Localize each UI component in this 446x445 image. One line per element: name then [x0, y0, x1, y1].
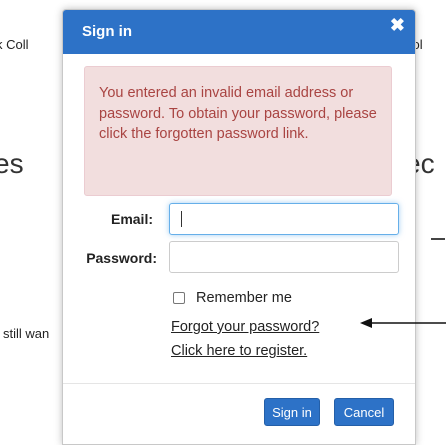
text-caret: [181, 211, 182, 227]
close-icon[interactable]: ✖: [390, 15, 405, 36]
error-alert-message: You entered an invalid email address or …: [99, 85, 377, 142]
cancel-button[interactable]: Cancel: [334, 398, 394, 426]
email-label: Email:: [110, 211, 153, 227]
background-text-left-top: k Coll: [0, 37, 29, 52]
sign-in-dialog: Sign in ✖ You entered an invalid email a…: [62, 9, 416, 445]
sign-in-button[interactable]: Sign in: [264, 398, 320, 426]
dialog-title: Sign in: [82, 23, 132, 40]
remember-me-row: Remember me: [173, 290, 292, 306]
background-heading-left: es: [0, 148, 24, 179]
email-input[interactable]: [169, 203, 399, 235]
background-text-left-mid: still wan: [3, 326, 50, 341]
background-dash: [431, 238, 445, 240]
forgot-password-link[interactable]: Forgot your password?: [171, 319, 319, 335]
arrow-left-icon: [360, 318, 446, 328]
remember-me-label[interactable]: Remember me: [196, 290, 292, 306]
register-link[interactable]: Click here to register.: [171, 343, 307, 359]
remember-me-checkbox[interactable]: [173, 292, 185, 304]
footer-divider: [63, 383, 415, 384]
dialog-header: Sign in ✖: [63, 10, 415, 54]
error-alert: You entered an invalid email address or …: [84, 66, 392, 196]
password-label: Password:: [86, 250, 157, 266]
page: k Coll hool es ec still wan Sign in ✖ Yo…: [0, 0, 446, 445]
password-input[interactable]: [169, 241, 399, 273]
